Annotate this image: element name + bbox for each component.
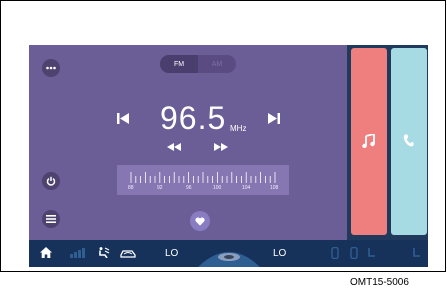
band-am[interactable]: AM (198, 55, 236, 73)
heart-icon (195, 216, 205, 226)
phone-card[interactable] (391, 48, 427, 235)
seek-back-icon[interactable] (167, 143, 181, 151)
phone-icon (403, 134, 414, 147)
tuning-dial[interactable]: 88 92 96 100 104 108 (117, 165, 289, 195)
dial-label: 96 (186, 185, 192, 191)
dial-ticks (130, 172, 276, 183)
climate-dial-icon[interactable] (198, 243, 260, 267)
radio-panel (29, 45, 347, 240)
seek-forward-icon[interactable] (214, 143, 228, 151)
dial-label: 92 (157, 185, 163, 191)
list-button[interactable] (42, 210, 60, 228)
power-button[interactable] (42, 172, 60, 190)
recirculation-icon[interactable] (120, 249, 136, 258)
seat-heat-right-icon[interactable] (367, 247, 376, 259)
airflow-seat-icon[interactable] (97, 247, 110, 258)
favorite-button[interactable] (190, 211, 210, 231)
more-button[interactable] (42, 59, 60, 77)
dial-label: 100 (213, 185, 222, 191)
power-icon (46, 176, 56, 186)
music-card[interactable] (351, 48, 387, 235)
right-temperature[interactable]: LO (273, 248, 286, 259)
frequency-display: 96.5 (160, 100, 227, 136)
figure-caption: OMT15-5006 (350, 277, 409, 288)
dial-label: 108 (270, 185, 279, 191)
band-toggle[interactable]: FM AM (160, 55, 236, 73)
frequency-unit: MHz (230, 124, 247, 133)
seat-cool-icon[interactable] (350, 247, 358, 259)
dial-label: 104 (242, 185, 251, 191)
more-icon (46, 66, 56, 70)
home-icon[interactable] (40, 247, 52, 258)
dial-label: 88 (128, 185, 134, 191)
skip-next-icon[interactable] (268, 113, 280, 124)
skip-previous-icon[interactable] (117, 113, 129, 124)
steering-heat-icon[interactable] (412, 247, 421, 259)
list-icon (46, 215, 56, 223)
fan-speed-icon[interactable] (70, 248, 86, 258)
music-note-icon (362, 134, 375, 148)
seat-heat-left-icon[interactable] (331, 247, 339, 259)
band-fm[interactable]: FM (160, 55, 198, 73)
left-temperature[interactable]: LO (165, 248, 178, 259)
